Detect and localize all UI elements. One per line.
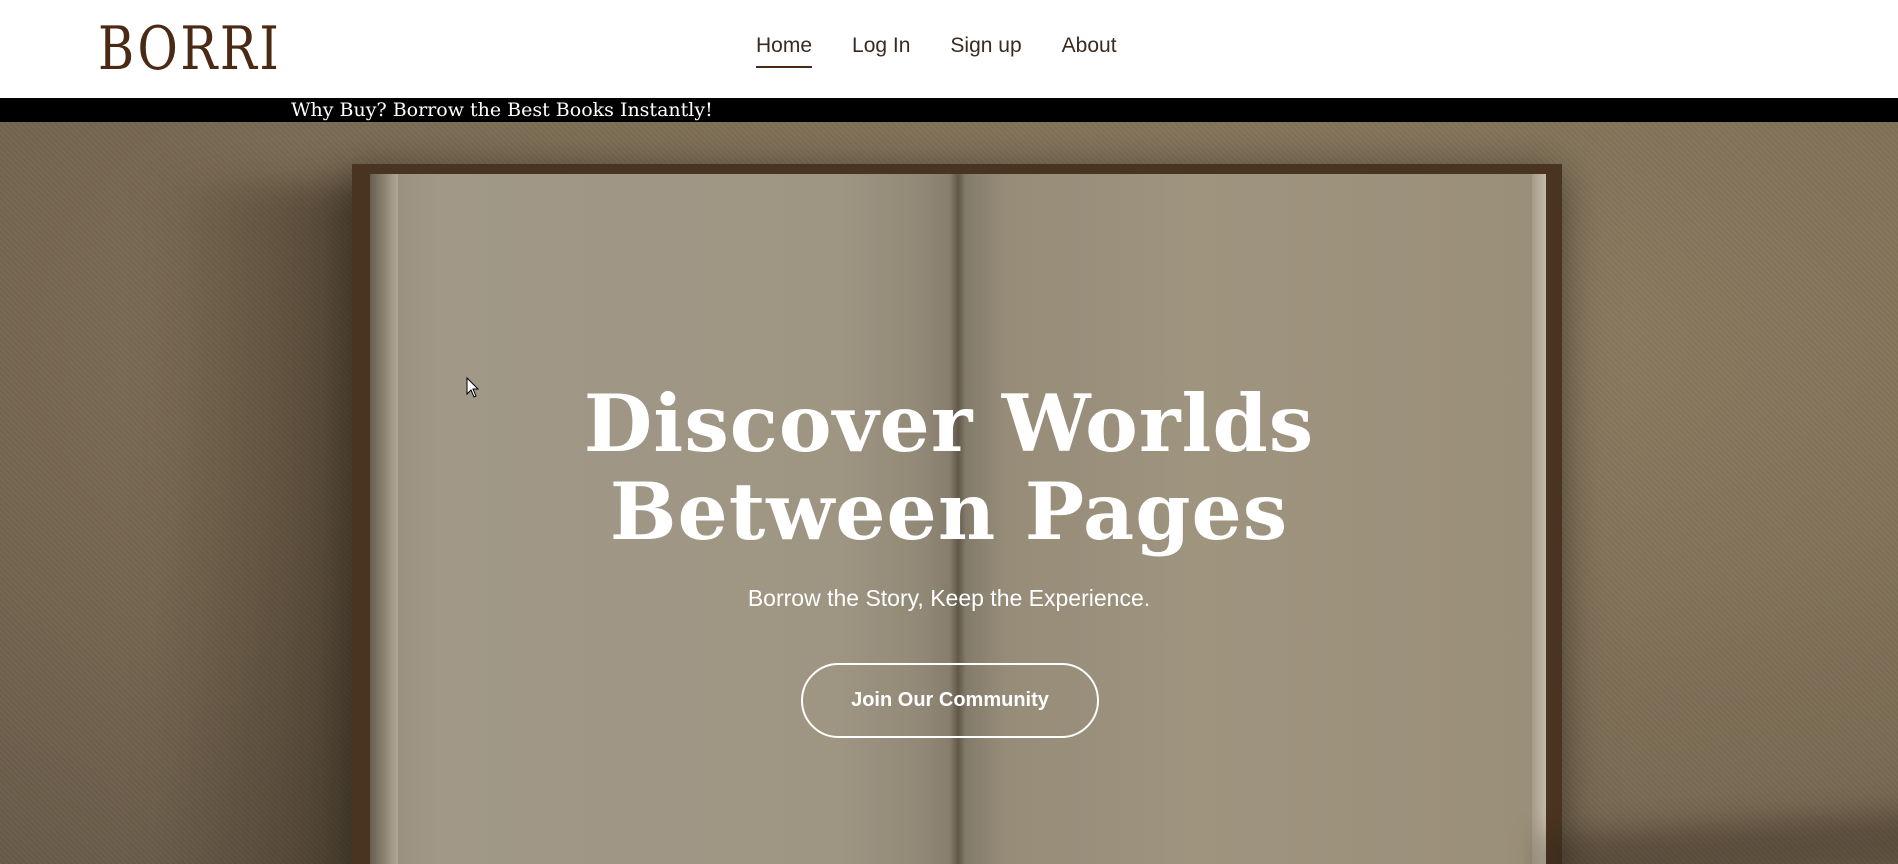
announcement-ticker: Why Buy? Borrow the Best Books Instantly…: [0, 98, 1898, 122]
ticker-text: Why Buy? Borrow the Best Books Instantly…: [291, 99, 713, 121]
main-nav: Home Log In Sign up About: [756, 34, 1117, 68]
hero-title-line-2: Between Pages: [609, 465, 1289, 558]
hero-subtitle: Borrow the Story, Keep the Experience.: [747, 585, 1151, 611]
nav-about-link[interactable]: About: [1062, 34, 1117, 68]
top-navbar: BORRI Home Log In Sign up About: [0, 0, 1898, 98]
join-community-button[interactable]: Join Our Community: [801, 663, 1099, 738]
nav-signup-link[interactable]: Sign up: [950, 34, 1021, 68]
nav-login-link[interactable]: Log In: [852, 34, 910, 68]
nav-home-link[interactable]: Home: [756, 34, 813, 68]
mouse-pointer-icon: [466, 377, 480, 398]
hero-section: Discover Worlds Between Pages Borrow the…: [0, 122, 1898, 864]
hero-title-line-1: Discover Worlds: [583, 377, 1315, 470]
hero-title: Discover Worlds Between Pages: [549, 380, 1349, 556]
brand-logo[interactable]: BORRI: [98, 14, 281, 84]
hero-content: Discover Worlds Between Pages Borrow the…: [0, 122, 1898, 864]
